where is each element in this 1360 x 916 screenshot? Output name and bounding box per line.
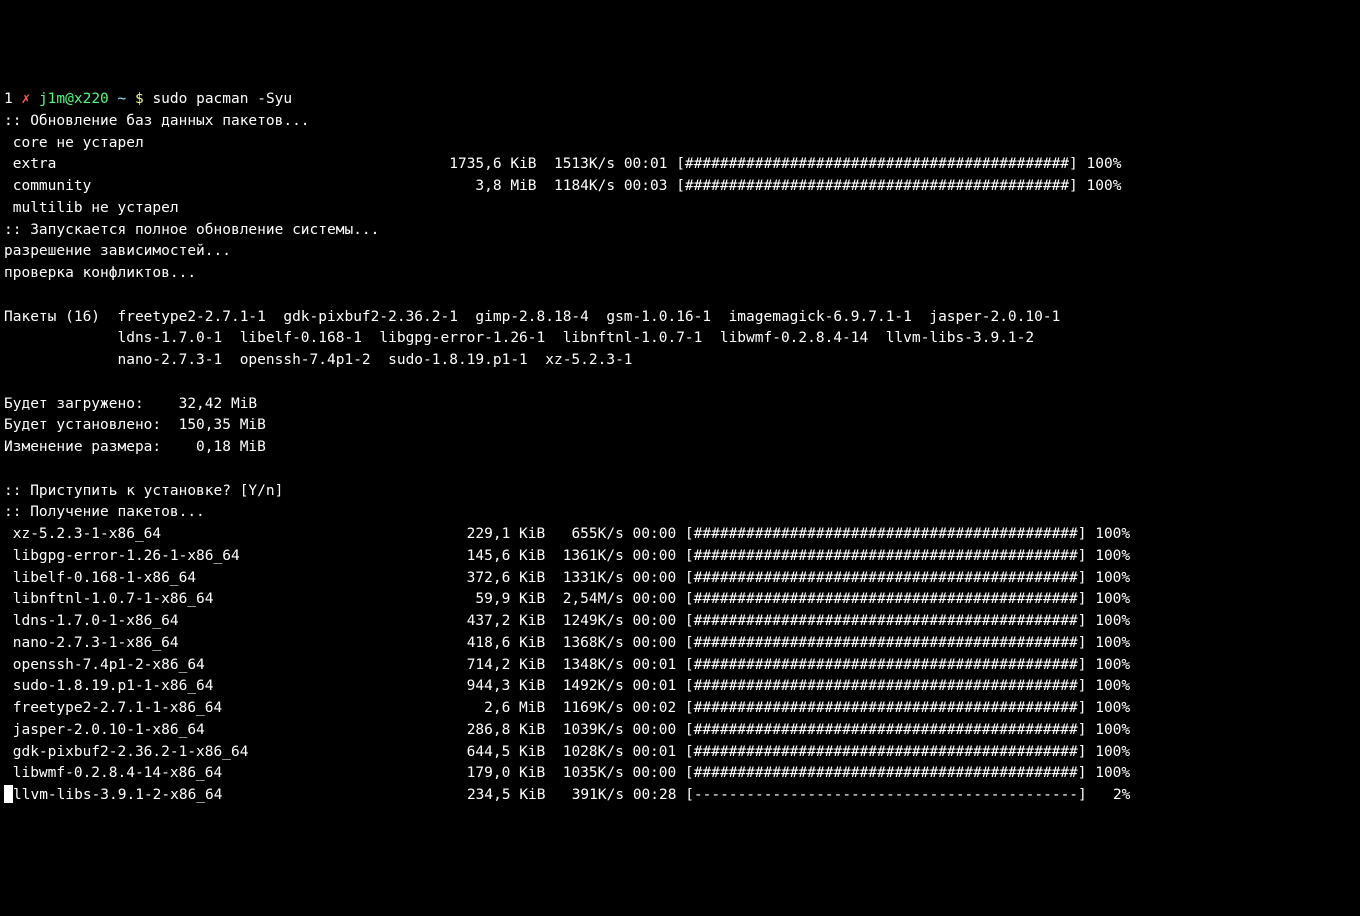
line-resolving: разрешение зависимостей... [4, 241, 1356, 263]
download-row: freetype2-2.7.1-1-x86_64 2,6 MiB 1169K/s… [4, 698, 1356, 720]
download-row: openssh-7.4p1-2-x86_64 714,2 KiB 1348K/s… [4, 655, 1356, 677]
tab-number: 1 [4, 91, 21, 107]
multilib-msg: multilib не устарел [4, 200, 179, 216]
blank [4, 287, 13, 303]
download-row: gdk-pixbuf2-2.36.2-1-x86_64 644,5 KiB 10… [4, 742, 1356, 764]
download-row: libelf-0.168-1-x86_64 372,6 KiB 1331K/s … [4, 568, 1356, 590]
status-x-icon: ✗ [21, 91, 38, 107]
download-name: gdk-pixbuf2-2.36.2-1-x86_64 [4, 744, 248, 760]
download-name: ldns-1.7.0-1-x86_64 [4, 613, 179, 629]
line-conflicts: проверка конфликтов... [4, 263, 1356, 285]
download-size: Будет загружено: 32,42 MiB [4, 396, 257, 412]
download-row: ldns-1.7.0-1-x86_64 437,2 KiB 1249K/s 00… [4, 611, 1356, 633]
download-progress: 145,6 KiB 1361K/s 00:00 [###############… [240, 548, 1130, 564]
packages-1: Пакеты (16) freetype2-2.7.1-1 gdk-pixbuf… [4, 307, 1356, 329]
prompt-line: 1 ✗ j1m@x220 ~ $ sudo pacman -Syu [4, 89, 1356, 111]
prompt-symbol: $ [135, 91, 152, 107]
extra-name: extra [4, 156, 56, 172]
download-name: libwmf-0.2.8.4-14-x86_64 [4, 765, 222, 781]
download-progress: 944,3 KiB 1492K/s 00:01 [###############… [214, 678, 1131, 694]
line-core: core не устарел [4, 133, 1356, 155]
download-name: libgpg-error-1.26-1-x86_64 [4, 548, 240, 564]
download-progress: 2,6 MiB 1169K/s 00:02 [#################… [222, 700, 1130, 716]
blank [4, 461, 13, 477]
download-row: sudo-1.8.19.p1-1-x86_64 944,3 KiB 1492K/… [4, 676, 1356, 698]
community-name: community [4, 178, 91, 194]
download-name: nano-2.7.3-1-x86_64 [4, 635, 179, 651]
download-name: freetype2-2.7.1-1-x86_64 [4, 700, 222, 716]
blank [4, 374, 13, 390]
download-progress: 714,2 KiB 1348K/s 00:01 [###############… [205, 657, 1130, 673]
db-update-msg: :: Обновление баз данных пакетов... [4, 113, 310, 129]
download-progress: 644,5 KiB 1028K/s 00:01 [###############… [248, 744, 1130, 760]
retrieving-msg: :: Получение пакетов... [4, 504, 205, 520]
proceed-prompt[interactable]: :: Приступить к установке? [Y/n] [4, 483, 292, 499]
conflicts-msg: проверка конфликтов... [4, 265, 196, 281]
download-row: libwmf-0.2.8.4-14-x86_64 179,0 KiB 1035K… [4, 763, 1356, 785]
download-progress: 179,0 KiB 1035K/s 00:00 [###############… [222, 765, 1130, 781]
cursor [4, 785, 13, 803]
download-name: openssh-7.4p1-2-x86_64 [4, 657, 205, 673]
line-retrieving: :: Получение пакетов... [4, 502, 1356, 524]
resolving-msg: разрешение зависимостей... [4, 243, 231, 259]
download-row: libnftnl-1.0.7-1-x86_64 59,9 KiB 2,54M/s… [4, 589, 1356, 611]
full-upgrade-msg: :: Запускается полное обновление системы… [4, 222, 379, 238]
line-multilib: multilib не устарел [4, 198, 1356, 220]
line-netchange-size: Изменение размера: 0,18 MiB [4, 437, 1356, 459]
download-progress: 418,6 KiB 1368K/s 00:00 [###############… [179, 635, 1131, 651]
download-name: libnftnl-1.0.7-1-x86_64 [4, 591, 214, 607]
packages-line-3: nano-2.7.3-1 openssh-7.4p1-2 sudo-1.8.19… [4, 352, 633, 368]
command-text[interactable]: sudo pacman -Syu [152, 91, 292, 107]
cwd: ~ [118, 91, 135, 107]
core-msg: core не устарел [4, 135, 144, 151]
extra-progress: 1735,6 KiB 1513K/s 00:01 [##############… [56, 156, 1121, 172]
download-name: xz-5.2.3-1-x86_64 [4, 526, 161, 542]
packages-line-1: Пакеты (16) freetype2-2.7.1-1 gdk-pixbuf… [4, 309, 1060, 325]
blank-line-3 [4, 459, 1356, 481]
download-row: libgpg-error-1.26-1-x86_64 145,6 KiB 136… [4, 546, 1356, 568]
line-db-update: :: Обновление баз данных пакетов... [4, 111, 1356, 133]
packages-2: ldns-1.7.0-1 libelf-0.168-1 libgpg-error… [4, 328, 1356, 350]
packages-line-2: ldns-1.7.0-1 libelf-0.168-1 libgpg-error… [4, 330, 1034, 346]
download-row: nano-2.7.3-1-x86_64 418,6 KiB 1368K/s 00… [4, 633, 1356, 655]
download-progress: 372,6 KiB 1331K/s 00:00 [###############… [196, 570, 1130, 586]
netchange-size: Изменение размера: 0,18 MiB [4, 439, 266, 455]
download-progress: 437,2 KiB 1249K/s 00:00 [###############… [179, 613, 1131, 629]
blank-line-2 [4, 372, 1356, 394]
packages-3: nano-2.7.3-1 openssh-7.4p1-2 sudo-1.8.19… [4, 350, 1356, 372]
download-progress: 59,9 KiB 2,54M/s 00:00 [################… [214, 591, 1131, 607]
download-progress: 229,1 KiB 655K/s 00:00 [################… [161, 526, 1130, 542]
line-proceed: :: Приступить к установке? [Y/n] [4, 481, 1356, 503]
download-row: llvm-libs-3.9.1-2-x86_64 234,5 KiB 391K/… [4, 785, 1356, 807]
download-name: jasper-2.0.10-1-x86_64 [4, 722, 205, 738]
download-row: jasper-2.0.10-1-x86_64 286,8 KiB 1039K/s… [4, 720, 1356, 742]
terminal-output[interactable]: 1 ✗ j1m@x220 ~ $ sudo pacman -Syu:: Обно… [4, 89, 1356, 807]
download-row: xz-5.2.3-1-x86_64 229,1 KiB 655K/s 00:00… [4, 524, 1356, 546]
installed-size: Будет установлено: 150,35 MiB [4, 417, 266, 433]
blank-line [4, 285, 1356, 307]
user-host: j1m@x220 [39, 91, 118, 107]
download-progress: 234,5 KiB 391K/s 00:28 [----------------… [223, 787, 1131, 803]
line-full-upgrade: :: Запускается полное обновление системы… [4, 220, 1356, 242]
community-progress: 3,8 MiB 1184K/s 00:03 [#################… [91, 178, 1121, 194]
download-progress: 286,8 KiB 1039K/s 00:00 [###############… [205, 722, 1130, 738]
download-name: sudo-1.8.19.p1-1-x86_64 [4, 678, 214, 694]
download-name: llvm-libs-3.9.1-2-x86_64 [13, 787, 223, 803]
download-name: libelf-0.168-1-x86_64 [4, 570, 196, 586]
line-community: community 3,8 MiB 1184K/s 00:03 [#######… [4, 176, 1356, 198]
line-installed-size: Будет установлено: 150,35 MiB [4, 415, 1356, 437]
line-extra: extra 1735,6 KiB 1513K/s 00:01 [########… [4, 154, 1356, 176]
line-download-size: Будет загружено: 32,42 MiB [4, 394, 1356, 416]
